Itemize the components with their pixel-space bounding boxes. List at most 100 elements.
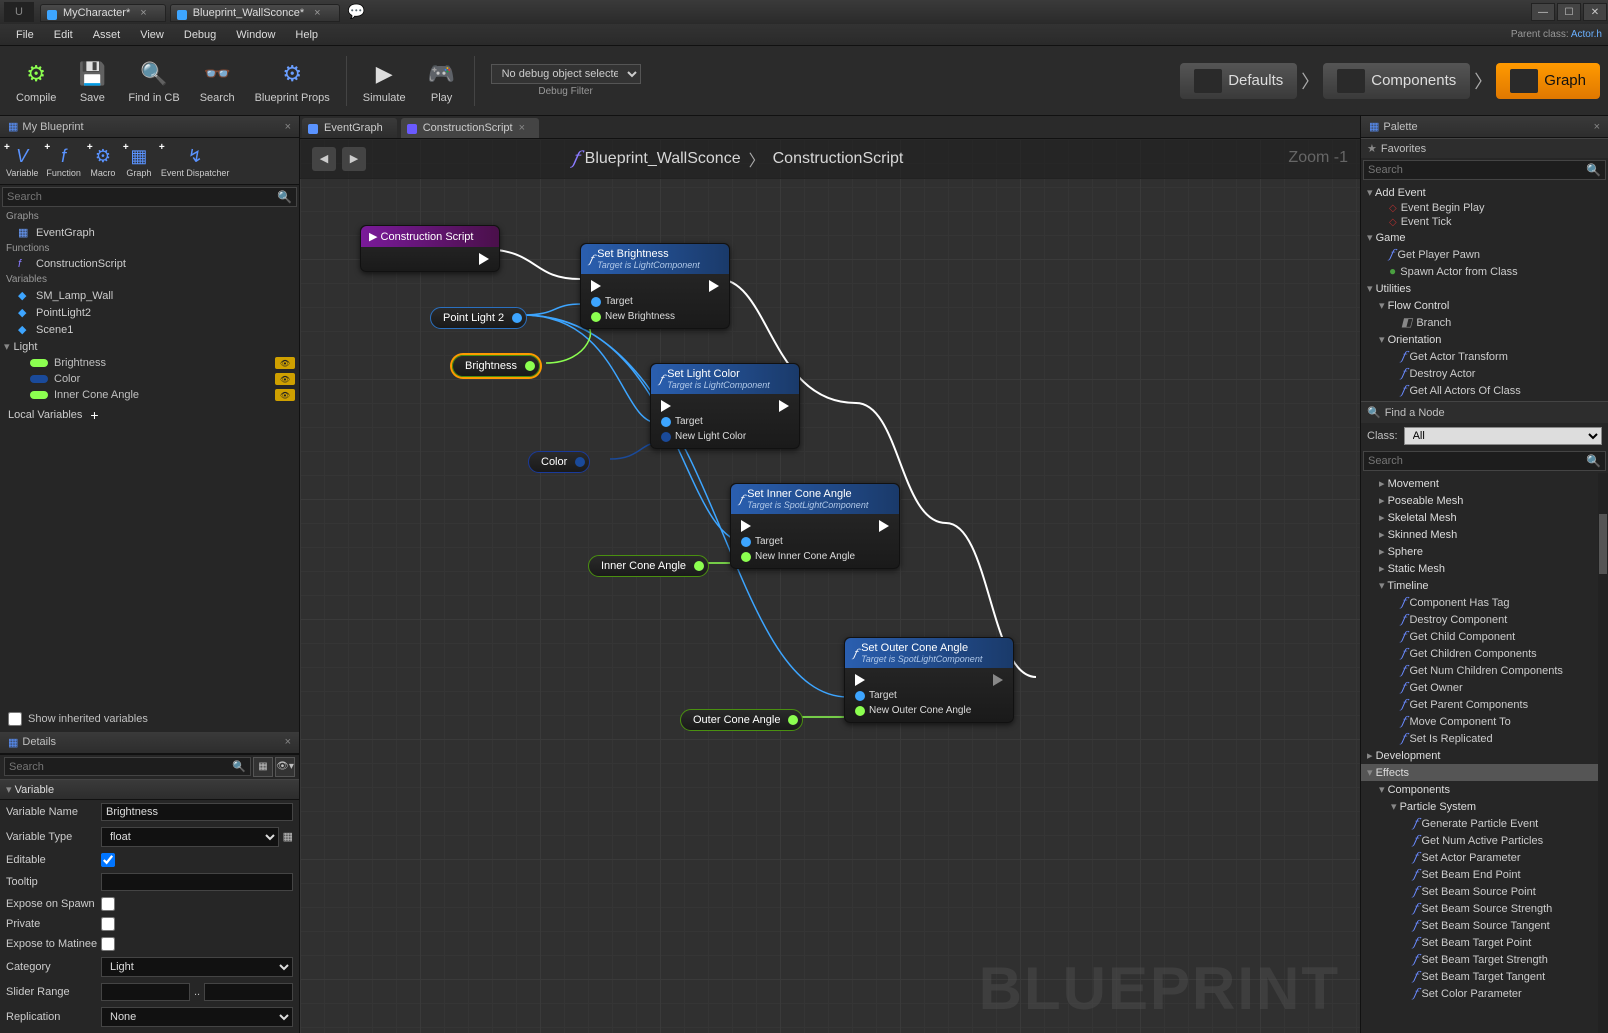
branch-item[interactable]: ◧Branch xyxy=(1361,314,1608,331)
node-set-outer-cone-angle[interactable]: 𝑓Set Outer Cone AngleTarget is SpotLight… xyxy=(844,637,1014,723)
object-pin[interactable] xyxy=(591,297,601,307)
menu-edit[interactable]: Edit xyxy=(44,27,83,43)
float-pin[interactable] xyxy=(591,312,601,322)
property-matrix-button[interactable]: ▦ xyxy=(253,757,273,777)
nav-back-button[interactable]: ◀ xyxy=(312,147,336,171)
palette-item[interactable]: 𝑓Get Owner xyxy=(1361,679,1608,696)
close-button[interactable]: ✕ xyxy=(1583,3,1607,21)
object-pin[interactable] xyxy=(512,313,522,323)
palette-item[interactable]: 𝑓Set Beam Target Strength xyxy=(1361,951,1608,968)
replication-select[interactable]: None xyxy=(101,1007,293,1027)
palette-item[interactable]: 𝑓Set Beam Target Point xyxy=(1361,934,1608,951)
expose-on-spawn-checkbox[interactable] xyxy=(101,897,115,911)
game-category[interactable]: Game xyxy=(1361,229,1608,246)
palette-item[interactable]: 𝑓Generate Particle Event xyxy=(1361,815,1608,832)
simulate-button[interactable]: ▶Simulate xyxy=(357,54,412,108)
spawn-actor-item[interactable]: ●Spawn Actor from Class xyxy=(1361,263,1608,280)
favorites-header[interactable]: ★Favorites xyxy=(1361,138,1608,158)
event-tick-item[interactable]: ◇Event Tick xyxy=(1361,215,1608,229)
development-category[interactable]: Development xyxy=(1361,747,1608,764)
exec-pin-in[interactable] xyxy=(591,280,601,292)
variable-name-input[interactable] xyxy=(101,803,293,821)
slider-min-input[interactable] xyxy=(101,983,190,1001)
var-pointlight2[interactable]: ◆PointLight2 xyxy=(0,304,299,321)
nav-forward-button[interactable]: ▶ xyxy=(342,147,366,171)
object-pin[interactable] xyxy=(741,537,751,547)
palette-item[interactable]: 𝑓Get Children Components xyxy=(1361,645,1608,662)
float-pin[interactable] xyxy=(694,561,704,571)
menu-view[interactable]: View xyxy=(130,27,174,43)
exec-pin-out[interactable] xyxy=(479,253,489,265)
constructionscript-tab[interactable]: ConstructionScript× xyxy=(401,118,539,138)
menu-window[interactable]: Window xyxy=(226,27,285,43)
movement-category[interactable]: Movement xyxy=(1361,475,1608,492)
var-color[interactable]: Color👁 xyxy=(0,371,299,387)
debug-object-select[interactable]: No debug object selected ▾ xyxy=(491,64,641,84)
save-button[interactable]: 💾Save xyxy=(70,54,114,108)
close-icon[interactable]: × xyxy=(1594,121,1600,133)
graph-canvas[interactable]: ◀ ▶ 𝑓 Blueprint_WallSconce 〉 Constructio… xyxy=(300,139,1360,1033)
exec-pin-out[interactable] xyxy=(993,674,1003,686)
palette-item[interactable]: 𝑓Set Beam End Point xyxy=(1361,866,1608,883)
static-mesh-category[interactable]: Static Mesh xyxy=(1361,560,1608,577)
palette-item[interactable]: 𝑓Destroy Component xyxy=(1361,611,1608,628)
add-function-button[interactable]: +fFunction xyxy=(42,142,85,180)
get-actor-transform-item[interactable]: 𝑓Get Actor Transform xyxy=(1361,348,1608,365)
color-pin[interactable] xyxy=(661,432,671,442)
var-sm-lamp-wall[interactable]: ◆SM_Lamp_Wall xyxy=(0,287,299,304)
variable-category-header[interactable]: Variable xyxy=(0,779,299,800)
palette-item[interactable]: 𝑓Get Parent Components xyxy=(1361,696,1608,713)
add-local-var-button[interactable]: + xyxy=(90,407,98,423)
poseable-mesh-category[interactable]: Poseable Mesh xyxy=(1361,492,1608,509)
var-inner-cone-angle[interactable]: Inner Cone Angle👁 xyxy=(0,387,299,403)
view-options-button[interactable]: 👁▾ xyxy=(275,757,295,777)
mode-defaults[interactable]: Defaults xyxy=(1180,63,1297,99)
details-tab[interactable]: ▦Details× xyxy=(0,732,299,754)
eventgraph-item[interactable]: ▦EventGraph xyxy=(0,224,299,241)
float-pin[interactable] xyxy=(788,715,798,725)
mode-components[interactable]: Components xyxy=(1323,63,1470,99)
utilities-category[interactable]: Utilities xyxy=(1361,280,1608,297)
category-select[interactable]: Light xyxy=(101,957,293,977)
maximize-button[interactable]: ☐ xyxy=(1557,3,1581,21)
menu-file[interactable]: File xyxy=(6,27,44,43)
expand-icon[interactable]: ▾ xyxy=(0,1030,299,1033)
menu-help[interactable]: Help xyxy=(285,27,328,43)
title-tab-wallsconce[interactable]: Blueprint_WallSconce*× xyxy=(170,4,340,22)
palette-item[interactable]: 𝑓Get Child Component xyxy=(1361,628,1608,645)
menu-asset[interactable]: Asset xyxy=(83,27,131,43)
scrollbar-thumb[interactable] xyxy=(1599,514,1607,574)
exec-pin-out[interactable] xyxy=(779,400,789,412)
menu-debug[interactable]: Debug xyxy=(174,27,226,43)
components-category[interactable]: Components xyxy=(1361,781,1608,798)
find-a-node-header[interactable]: 🔍Find a Node xyxy=(1361,401,1608,423)
variable-type-select[interactable]: float xyxy=(101,827,279,847)
private-checkbox[interactable] xyxy=(101,917,115,931)
get-all-actors-item[interactable]: 𝑓Get All Actors Of Class xyxy=(1361,382,1608,399)
node-var-brightness[interactable]: Brightness xyxy=(452,355,540,377)
get-player-pawn-item[interactable]: 𝑓Get Player Pawn xyxy=(1361,246,1608,263)
node-var-pointlight2[interactable]: Point Light 2 xyxy=(430,307,527,329)
my-blueprint-search[interactable] xyxy=(7,191,277,203)
palette-tab[interactable]: ▦Palette× xyxy=(1361,116,1608,138)
palette-item[interactable]: 𝑓Get Num Children Components xyxy=(1361,662,1608,679)
blueprint-props-button[interactable]: ⚙Blueprint Props xyxy=(249,54,336,108)
find-node-search[interactable] xyxy=(1368,455,1586,467)
palette-item[interactable]: 𝑓Set Beam Source Point xyxy=(1361,883,1608,900)
float-pin[interactable] xyxy=(525,361,535,371)
close-icon[interactable]: × xyxy=(519,122,525,134)
palette-item[interactable]: 𝑓Get Num Active Particles xyxy=(1361,832,1608,849)
add-macro-button[interactable]: +⚙Macro xyxy=(85,142,121,180)
eye-icon[interactable]: 👁 xyxy=(275,357,295,369)
close-icon[interactable]: × xyxy=(314,7,320,19)
add-graph-button[interactable]: +▦Graph xyxy=(121,142,157,180)
exec-pin-in[interactable] xyxy=(855,674,865,686)
close-icon[interactable]: × xyxy=(285,121,291,133)
palette-item[interactable]: 𝑓Set Actor Parameter xyxy=(1361,849,1608,866)
float-pin[interactable] xyxy=(855,706,865,716)
flow-control-category[interactable]: Flow Control xyxy=(1361,297,1608,314)
find-in-cb-button[interactable]: 🔍Find in CB xyxy=(122,54,185,108)
breadcrumb-blueprint[interactable]: Blueprint_WallSconce xyxy=(585,150,741,168)
palette-item[interactable]: 𝑓Set Beam Target Tangent xyxy=(1361,968,1608,985)
object-pin[interactable] xyxy=(661,417,671,427)
